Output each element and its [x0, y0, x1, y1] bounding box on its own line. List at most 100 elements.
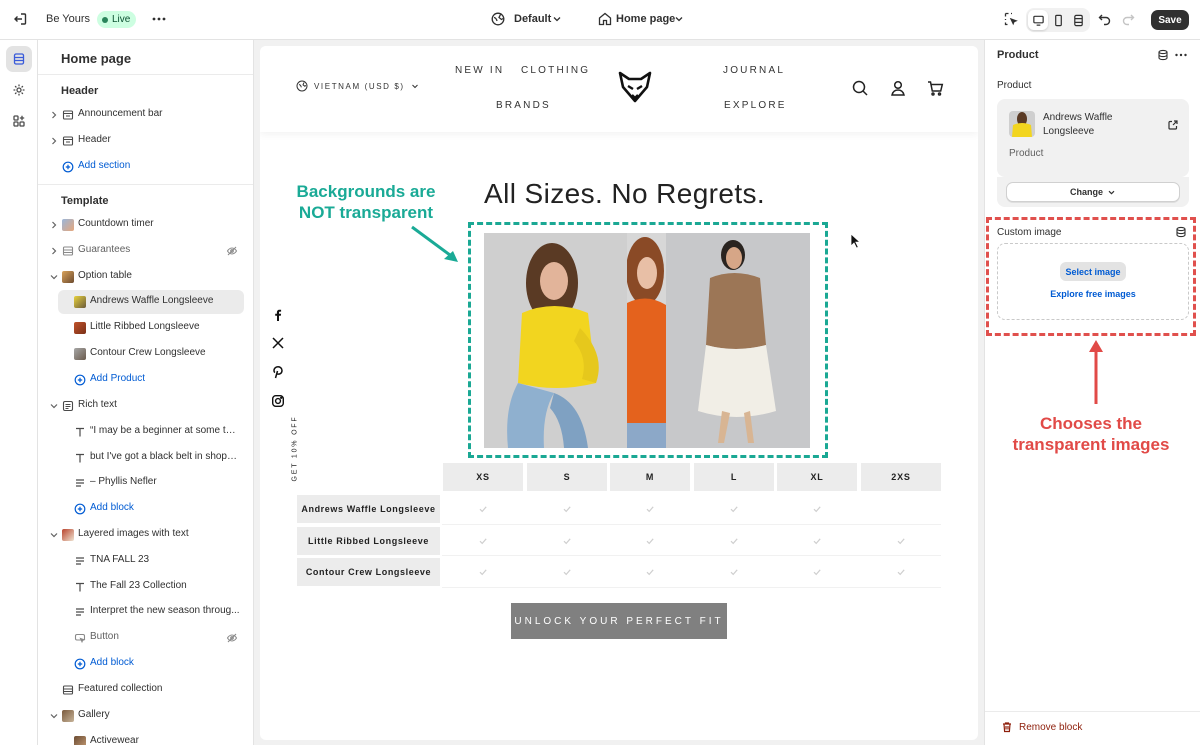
annotation-red-line: Chooses the [1039, 414, 1143, 433]
undo-icon[interactable] [1097, 11, 1115, 29]
block-layered-paragraph[interactable]: Interpret the new season throug... [38, 600, 253, 624]
locale-selector[interactable]: VIETNAM (USD $) [296, 80, 419, 92]
chevron-right-icon[interactable] [49, 220, 59, 230]
unlock-fit-button[interactable]: UNLOCK YOUR PERFECT FIT [511, 603, 727, 639]
section-featured-collection[interactable]: Featured collection [38, 678, 253, 702]
instagram-icon[interactable] [271, 394, 285, 408]
remove-block-button[interactable]: Remove block [1001, 721, 1082, 733]
nav-link[interactable]: CLOTHING [521, 65, 590, 76]
more-options-icon[interactable] [1174, 49, 1188, 61]
database-icon[interactable] [1157, 49, 1169, 61]
nav-link[interactable]: EXPLORE [724, 100, 787, 111]
mobile-view-icon[interactable] [1048, 10, 1068, 30]
promo-vertical-tab[interactable]: GET 10% OFF [292, 416, 299, 482]
block-label: The Fall 23 Collection [90, 580, 187, 591]
size-column-header: M [610, 463, 690, 491]
inspector-select-icon[interactable] [1003, 11, 1021, 29]
block-layered-paragraph[interactable]: TNA FALL 23 [38, 549, 253, 573]
availability-check-icon [563, 569, 571, 576]
layout-section-icon [62, 684, 74, 696]
product-thumbnail-icon [74, 296, 86, 308]
chevron-right-icon[interactable] [49, 136, 59, 146]
section-countdown-timer[interactable]: Countdown timer [38, 213, 253, 237]
annotation-green-line: Backgrounds are [296, 182, 436, 201]
apps-icon[interactable] [6, 108, 32, 134]
section-option-table[interactable]: Option table [38, 265, 253, 289]
plus-circle-icon [74, 503, 86, 515]
block-layered-button[interactable]: Button [38, 626, 253, 650]
x-twitter-icon[interactable] [271, 336, 285, 350]
theme-selector[interactable]: Default [514, 13, 551, 25]
header-group-heading: Header [61, 85, 99, 97]
block-rich-text-paragraph[interactable]: – Phyllis Nefler [38, 471, 253, 495]
size-column-header: XS [443, 463, 523, 491]
nav-link[interactable]: JOURNAL [723, 65, 785, 76]
more-actions-icon[interactable] [151, 11, 169, 29]
locale-text: VIETNAM (USD $) [314, 81, 405, 91]
left-rail [0, 40, 38, 745]
block-label: “I may be a beginner at some thi... [90, 425, 240, 436]
block-little-ribbed-longsleeve[interactable]: Little Ribbed Longsleeve [38, 316, 253, 340]
fox-logo-icon[interactable] [617, 69, 653, 105]
add-product-button[interactable]: Add Product [38, 368, 253, 392]
option-table-thumbnail-icon [62, 271, 74, 283]
page-selector[interactable]: Home page [616, 13, 675, 25]
plus-circle-icon [62, 161, 74, 173]
chevron-down-icon[interactable] [673, 13, 685, 25]
save-button[interactable]: Save [1151, 10, 1189, 30]
chevron-down-icon[interactable] [49, 530, 59, 540]
account-icon[interactable] [889, 79, 907, 97]
panel-title: Home page [61, 51, 132, 66]
redo-icon[interactable] [1120, 11, 1138, 29]
block-rich-text-heading[interactable]: but I've got a black belt in shoppi... [38, 446, 253, 470]
add-section-header-button[interactable]: Add section [38, 155, 253, 179]
availability-check-icon [813, 506, 821, 513]
exit-icon[interactable] [12, 11, 30, 29]
sections-icon[interactable] [6, 46, 32, 72]
section-announcement-bar[interactable]: Announcement bar [38, 103, 253, 127]
nav-link[interactable]: NEW IN [455, 65, 504, 76]
block-layered-heading[interactable]: The Fall 23 Collection [38, 575, 253, 599]
device-toggle-group [1026, 8, 1090, 32]
section-guarantees[interactable]: Guarantees [38, 239, 253, 263]
add-block-label: Add block [90, 657, 134, 668]
hidden-eye-icon[interactable] [226, 632, 238, 644]
block-gallery-activewear[interactable]: Activewear [38, 730, 253, 745]
chevron-right-icon[interactable] [49, 246, 59, 256]
hidden-eye-icon[interactable] [226, 245, 238, 257]
search-icon[interactable] [851, 79, 869, 97]
chevron-down-icon[interactable] [49, 711, 59, 721]
fullscreen-view-icon[interactable] [1068, 10, 1088, 30]
cart-icon[interactable] [926, 79, 944, 97]
block-rich-text-heading[interactable]: “I may be a beginner at some thi... [38, 420, 253, 444]
section-rich-text[interactable]: Rich text [38, 394, 253, 418]
selected-product-card[interactable]: Andrews Waffle Longsleeve Product [997, 99, 1189, 177]
change-product-button[interactable]: Change [1006, 182, 1180, 202]
add-block-button[interactable]: Add block [38, 497, 253, 521]
product-thumbnail-icon [74, 322, 86, 334]
facebook-icon[interactable] [271, 308, 285, 322]
text-t-icon [74, 581, 86, 593]
chevron-down-icon[interactable] [49, 272, 59, 282]
availability-check-icon [897, 538, 905, 545]
divider [38, 74, 253, 75]
section-gallery[interactable]: Gallery [38, 704, 253, 728]
live-status-text: Live [112, 14, 131, 25]
chevron-right-icon[interactable] [49, 110, 59, 120]
block-andrews-waffle-longsleeve[interactable]: Andrews Waffle Longsleeve [38, 290, 253, 314]
add-product-label: Add Product [90, 373, 146, 384]
size-column-header: L [694, 463, 774, 491]
block-contour-crew-longsleeve[interactable]: Contour Crew Longsleeve [38, 342, 253, 366]
chevron-down-icon[interactable] [551, 13, 563, 25]
desktop-view-icon[interactable] [1028, 10, 1048, 30]
nav-link[interactable]: BRANDS [496, 100, 551, 111]
block-settings-panel: Product Product Andrews Waffle Longsleev… [984, 40, 1200, 745]
add-block-button[interactable]: Add block [38, 652, 253, 676]
chevron-down-icon[interactable] [49, 401, 59, 411]
external-link-icon[interactable] [1167, 119, 1179, 131]
section-layered-images[interactable]: Layered images with text [38, 523, 253, 547]
pinterest-icon[interactable] [271, 365, 285, 379]
settings-gear-icon[interactable] [6, 77, 32, 103]
section-header[interactable]: Header [38, 129, 253, 153]
availability-check-icon [646, 506, 654, 513]
